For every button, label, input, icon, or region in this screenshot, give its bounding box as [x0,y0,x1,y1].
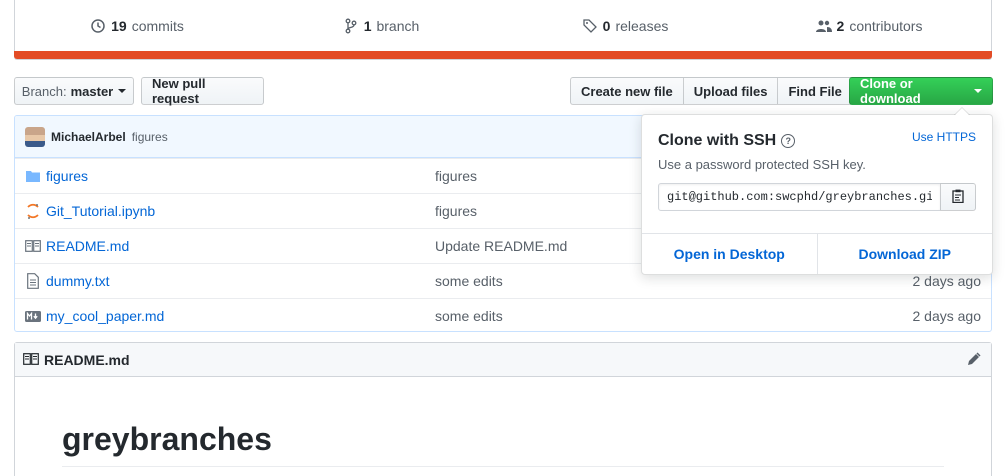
file-name-link[interactable]: Git_Tutorial.ipynb [46,203,155,219]
markdown-icon [25,308,41,324]
clone-or-download-button[interactable]: Clone or download [849,76,993,106]
download-zip-button[interactable]: Download ZIP [816,234,993,274]
clone-or-download-label: Clone or download [860,76,921,106]
file-commit-message[interactable]: some edits [435,273,503,289]
repo-summary: 19 commits 1 branch 0 releases 2 contrib… [14,0,992,60]
file-commit-message[interactable]: Update README.md [435,238,567,254]
branches-count: 1 [363,18,372,34]
file-commit-message[interactable]: figures [435,203,477,219]
branch-select-button[interactable]: Branch: master [14,77,134,105]
file-name-link[interactable]: dummy.txt [46,273,110,289]
clone-description: Use a password protected SSH key. [658,157,866,172]
caret-down-icon [974,89,982,93]
history-icon [90,18,106,34]
releases-count: 0 [602,18,611,34]
file-age: 2 days ago [912,273,982,289]
upload-files-button[interactable]: Upload files [682,77,779,105]
book-icon [25,238,41,254]
readme-header: README.md [15,343,991,377]
contributors-count: 2 [836,18,845,34]
question-icon[interactable]: ? [781,134,796,148]
create-new-file-button[interactable]: Create new file [570,77,684,105]
git-branch-icon [343,18,359,34]
people-icon [815,18,832,34]
copy-to-clipboard-button[interactable] [940,183,976,211]
language-bar[interactable] [14,51,992,59]
avatar[interactable] [25,126,45,147]
contributors-label: contributors [849,18,923,34]
commits-count: 19 [111,18,127,34]
file-name-link[interactable]: figures [46,168,88,184]
tag-icon [582,18,598,34]
file-commit-message[interactable]: figures [435,168,477,184]
clone-popover-title: Clone with SSH ? [658,132,796,150]
contributors-link[interactable]: 2 contributors [747,18,991,34]
caret-down-icon [118,89,127,93]
clone-popover: Clone with SSH ? Use HTTPS Use a passwor… [641,107,993,275]
releases-link[interactable]: 0 releases [503,18,747,34]
readme-panel: README.md greybranches [14,342,992,476]
pencil-icon[interactable] [967,352,983,368]
branches-link[interactable]: 1 branch [259,18,503,34]
table-row: my_cool_paper.md some edits 2 days ago [15,298,991,331]
file-commit-message[interactable]: some edits [435,308,503,324]
book-icon [23,352,39,368]
clone-actions: Open in Desktop Download ZIP [642,233,992,274]
file-age: 2 days ago [912,308,982,324]
branch-prefix: Branch: [21,83,67,99]
releases-label: releases [615,18,669,34]
divider [62,466,944,467]
open-in-desktop-button[interactable]: Open in Desktop [642,234,817,274]
clone-url-input[interactable] [658,183,941,211]
commit-message[interactable]: figures [132,130,168,144]
branches-label: branch [376,18,420,34]
use-https-link[interactable]: Use HTTPS [912,130,976,144]
commits-link[interactable]: 19 commits [15,18,259,34]
clipboard-icon [952,189,964,206]
readme-title: greybranches [62,421,272,457]
file-text-icon [25,273,41,289]
commit-author[interactable]: MichaelArbel [51,130,126,144]
find-file-button[interactable]: Find File [777,77,853,105]
jupyter-icon [25,203,41,219]
readme-filename: README.md [44,351,130,368]
file-name-link[interactable]: my_cool_paper.md [46,308,164,324]
clone-title-text: Clone with SSH [658,132,777,149]
branch-name: master [70,83,114,99]
file-actions-group: Create new file Upload files Find File [570,77,853,105]
file-name-link[interactable]: README.md [46,238,129,254]
commits-label: commits [131,18,184,34]
folder-icon [25,168,41,184]
new-pull-request-button[interactable]: New pull request [141,76,264,106]
